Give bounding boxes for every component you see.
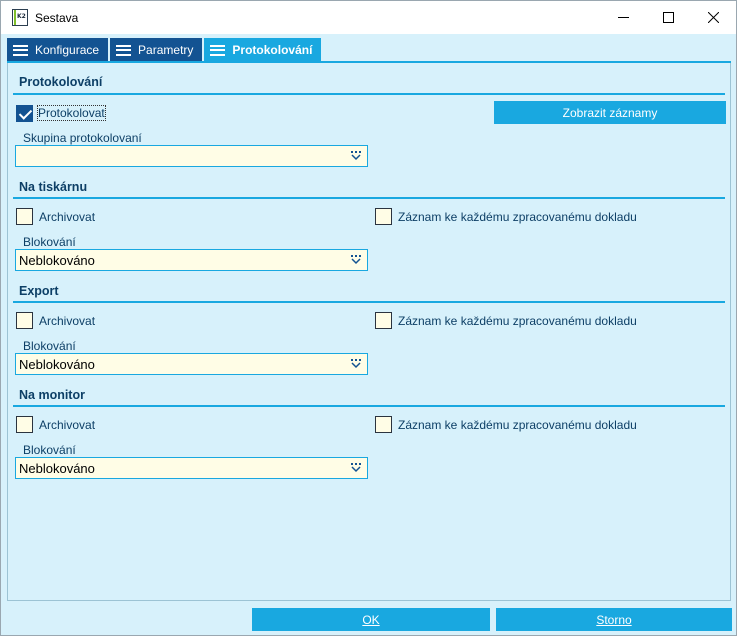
tab-label: Konfigurace [35,43,100,57]
printer-block-select[interactable]: Neblokováno [15,249,368,271]
printer-archive-label: Archivovat [39,210,96,224]
tab-protokolovani[interactable]: Protokolování [204,38,322,62]
window-title: Sestava [35,11,79,25]
export-block-label: Blokování [23,339,76,353]
minimize-icon [617,17,629,18]
export-archive-label: Archivovat [39,314,96,328]
monitor-archive-label: Archivovat [39,418,96,432]
menu-icon [116,44,132,56]
chevron-down-icon [351,359,361,369]
export-record-checkbox[interactable] [375,312,392,329]
monitor-record-label: Záznam ke každému zpracovanému dokladu [398,418,637,432]
close-icon [707,12,719,23]
printer-record-checkbox[interactable] [375,208,392,225]
menu-icon [13,44,28,56]
cancel-button[interactable]: Storno [496,608,732,631]
export-block-select[interactable]: Neblokováno [15,353,368,375]
section-title-monitor: Na monitor [19,388,85,402]
monitor-archive-checkbox[interactable] [16,416,33,433]
ok-button[interactable]: OK [252,608,490,631]
tab-label: Protokolování [232,43,313,57]
section-divider [13,93,725,95]
title-bar: K2 Sestava [1,1,736,34]
show-records-button[interactable]: Zobrazit záznamy [494,101,726,124]
monitor-block-value: Neblokováno [19,461,95,476]
section-title-export: Export [19,284,59,298]
maximize-icon [662,12,674,23]
monitor-record-checkbox[interactable] [375,416,392,433]
section-divider [13,405,725,407]
printer-block-label: Blokování [23,235,76,249]
printer-archive-checkbox[interactable] [16,208,33,225]
section-title-printer: Na tiskárnu [19,180,88,194]
monitor-block-label: Blokování [23,443,76,457]
export-block-value: Neblokováno [19,357,95,372]
export-archive-checkbox[interactable] [16,312,33,329]
chevron-down-icon [351,255,361,265]
section-title-protokolovani: Protokolování [19,75,103,89]
protokolovat-checkbox[interactable] [16,105,33,122]
printer-record-label: Záznam ke každému zpracovanému dokladu [398,210,637,224]
close-button[interactable] [690,1,736,34]
section-divider [13,197,725,199]
protokolovat-label[interactable]: Protokolovat [37,105,106,121]
chevron-down-icon [351,463,361,473]
group-label: Skupina protokolovaní [23,131,142,145]
dialog-window: K2 Sestava Konfigurace Parametry Protoko… [0,0,737,636]
tab-strip: Konfigurace Parametry Protokolování [7,38,323,62]
tab-parametry[interactable]: Parametry [110,38,203,62]
minimize-button[interactable] [600,1,646,34]
maximize-button[interactable] [645,1,691,34]
section-divider [13,301,725,303]
export-record-label: Záznam ke každému zpracovanému dokladu [398,314,637,328]
group-select[interactable] [15,145,368,167]
monitor-block-select[interactable]: Neblokováno [15,457,368,479]
tab-label: Parametry [138,43,194,57]
app-logo-icon: K2 [12,9,28,26]
menu-icon [210,44,226,56]
chevron-down-icon [351,151,361,161]
tab-konfigurace[interactable]: Konfigurace [7,38,109,62]
printer-block-value: Neblokováno [19,253,95,268]
